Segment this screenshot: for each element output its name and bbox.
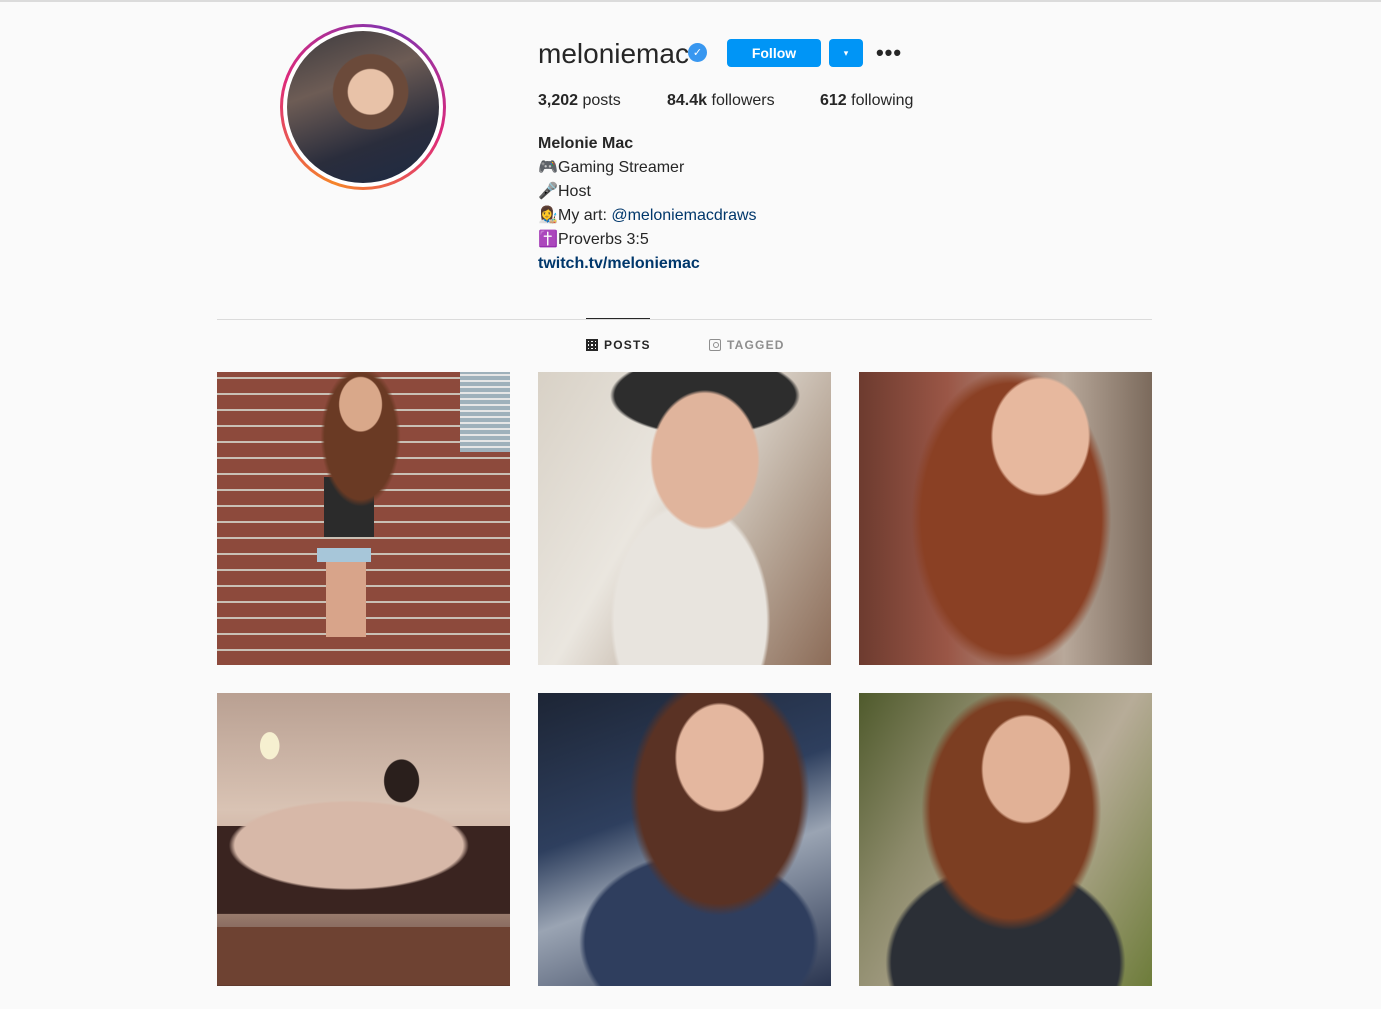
bio-website-link[interactable]: twitch.tv/meloniemac xyxy=(538,252,757,276)
profile-full-name: Melonie Mac xyxy=(538,135,634,152)
followers-link[interactable]: 84.4k followers xyxy=(667,92,775,110)
bio-line: 👩‍🎨My art: @meloniemacdraws xyxy=(538,204,757,228)
post-thumbnail[interactable] xyxy=(538,372,831,665)
tagged-user-icon xyxy=(709,339,721,351)
top-border xyxy=(0,0,1381,2)
microphone-icon: 🎤 xyxy=(538,183,558,200)
tab-posts[interactable]: POSTS xyxy=(586,338,651,352)
more-options-button[interactable]: ••• xyxy=(874,38,904,68)
following-link[interactable]: 612 following xyxy=(820,92,913,110)
profile-bio: Melonie Mac 🎮Gaming Streamer 🎤Host 👩‍🎨My… xyxy=(538,132,757,276)
bio-mention-link[interactable]: @meloniemacdraws xyxy=(611,207,756,224)
game-controller-icon: 🎮 xyxy=(538,159,558,176)
posts-count: 3,202 posts xyxy=(538,92,621,109)
suggested-dropdown-button[interactable]: ▾ xyxy=(829,39,863,67)
follow-button[interactable]: Follow xyxy=(727,39,821,67)
grid-icon xyxy=(586,339,598,351)
chevron-down-icon: ▾ xyxy=(843,47,849,58)
bio-line: 🎮Gaming Streamer xyxy=(538,156,757,180)
verified-badge-icon: ✓ xyxy=(688,43,707,62)
avatar[interactable] xyxy=(287,31,439,183)
post-thumbnail[interactable] xyxy=(859,693,1152,986)
more-icon: ••• xyxy=(875,40,903,65)
bio-line: 🎤Host xyxy=(538,180,757,204)
post-thumbnail[interactable] xyxy=(217,372,510,665)
profile-avatar-story-ring[interactable] xyxy=(280,24,446,190)
cross-icon: ✝️ xyxy=(538,231,558,248)
tab-tagged[interactable]: TAGGED xyxy=(709,338,785,352)
artist-icon: 👩‍🎨 xyxy=(538,207,558,224)
active-tab-indicator xyxy=(586,318,650,319)
tabs-divider xyxy=(217,319,1152,320)
post-thumbnail[interactable] xyxy=(538,693,831,986)
profile-username: meloniemac xyxy=(538,38,689,69)
bio-line: ✝️Proverbs 3:5 xyxy=(538,228,757,252)
post-thumbnail[interactable] xyxy=(859,372,1152,665)
post-thumbnail[interactable] xyxy=(217,693,510,986)
